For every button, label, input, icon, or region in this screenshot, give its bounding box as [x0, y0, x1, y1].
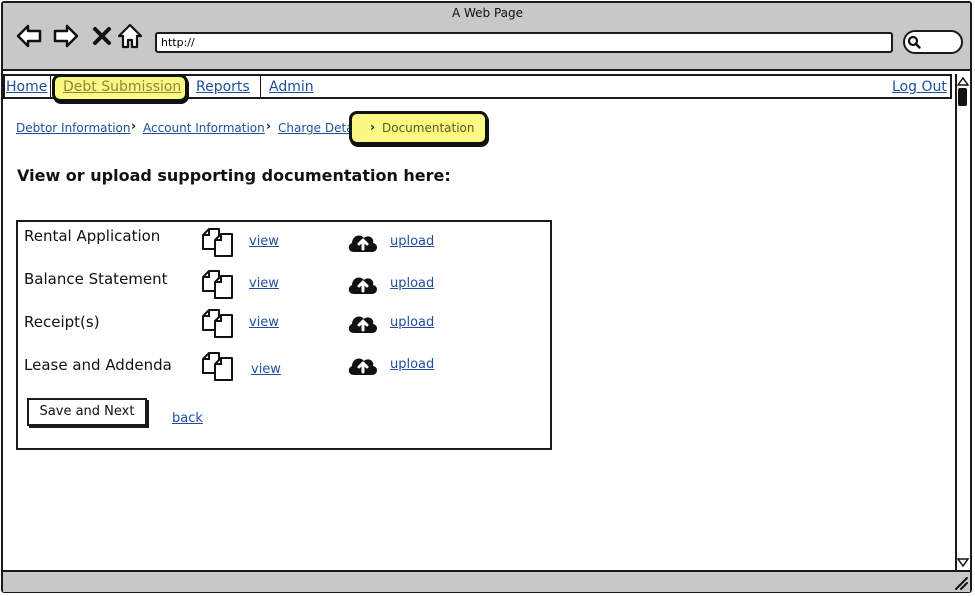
- nav-divider: [260, 76, 261, 97]
- nav-reports[interactable]: Reports: [196, 78, 250, 96]
- documents-icon: [202, 270, 233, 299]
- cloud-upload-icon[interactable]: [346, 353, 379, 377]
- documents-icon: [202, 352, 233, 381]
- resize-grip-icon[interactable]: [953, 575, 969, 591]
- upload-link[interactable]: upload: [390, 357, 434, 372]
- nav-divider: [50, 76, 51, 97]
- status-bar: [3, 570, 970, 592]
- view-link[interactable]: view: [251, 362, 281, 377]
- documents-icon: [202, 309, 233, 338]
- nav-debt-submission[interactable]: Debt Submission: [63, 78, 181, 96]
- breadcrumb-documentation[interactable]: Documentation: [382, 120, 475, 136]
- address-bar[interactable]: http://: [155, 32, 893, 53]
- save-and-next-button[interactable]: Save and Next: [27, 398, 147, 426]
- breadcrumb-account-information[interactable]: Account Information: [143, 120, 265, 136]
- chevron-right-icon: ›: [266, 119, 271, 133]
- breadcrumb-debtor-information[interactable]: Debtor Information: [16, 120, 131, 136]
- vertical-scrollbar[interactable]: [955, 74, 970, 570]
- close-icon[interactable]: [88, 22, 116, 50]
- scrollbar-thumb[interactable]: [958, 88, 967, 106]
- view-link[interactable]: view: [249, 234, 279, 249]
- forward-arrow-icon[interactable]: [52, 22, 80, 50]
- cloud-upload-icon[interactable]: [346, 272, 379, 296]
- nav-admin[interactable]: Admin: [269, 78, 314, 96]
- upload-link[interactable]: upload: [390, 315, 434, 330]
- document-label: Lease and Addenda: [24, 356, 172, 374]
- nav-log-out[interactable]: Log Out: [892, 78, 947, 96]
- scroll-up-icon[interactable]: [957, 76, 969, 86]
- upload-link[interactable]: upload: [390, 276, 434, 291]
- search-icon[interactable]: [906, 34, 922, 50]
- page-title: View or upload supporting documentation …: [17, 166, 451, 185]
- document-label: Rental Application: [24, 227, 161, 245]
- nav-home[interactable]: Home: [6, 78, 47, 96]
- window-title: A Web Page: [451, 6, 524, 20]
- documents-icon: [202, 228, 233, 257]
- view-link[interactable]: view: [249, 276, 279, 291]
- back-link[interactable]: back: [172, 411, 203, 426]
- document-label: Balance Statement: [24, 270, 168, 288]
- home-icon[interactable]: [116, 22, 144, 50]
- cloud-upload-icon[interactable]: [346, 230, 379, 254]
- chevron-right-icon: ›: [370, 120, 375, 134]
- upload-link[interactable]: upload: [390, 234, 434, 249]
- document-label: Receipt(s): [24, 313, 100, 331]
- scroll-down-icon[interactable]: [957, 558, 969, 568]
- view-link[interactable]: view: [249, 315, 279, 330]
- chevron-right-icon: ›: [131, 119, 136, 133]
- back-arrow-icon[interactable]: [15, 22, 43, 50]
- cloud-upload-icon[interactable]: [346, 311, 379, 335]
